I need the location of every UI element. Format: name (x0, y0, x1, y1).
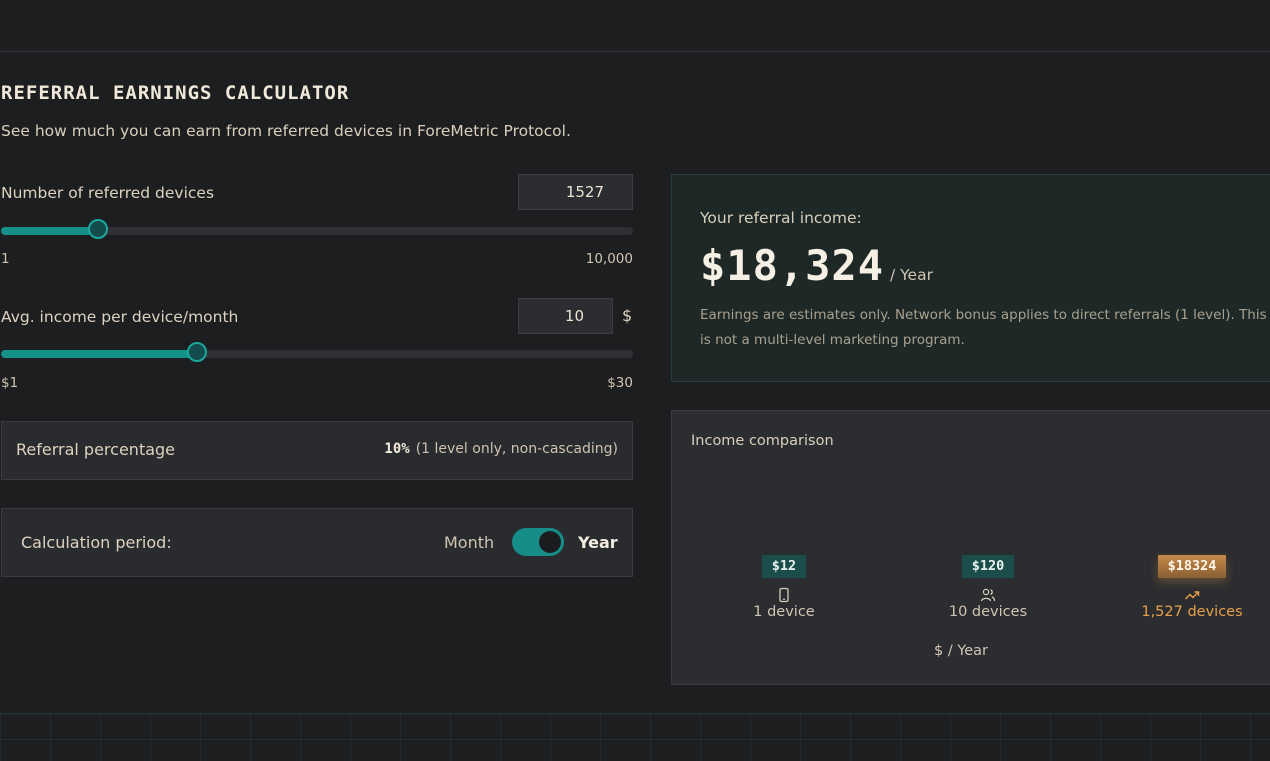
referral-percentage-value: 10% (1 level only, non-cascading) (384, 441, 618, 457)
comparison-unit: $ / Year (672, 643, 1270, 659)
comparison-item: $18324 1,527 devices (1127, 555, 1257, 620)
income-comparison-card: Income comparison $12 1 device $120 10 d… (671, 410, 1270, 685)
income-result-amount: $18,324 (700, 241, 885, 290)
income-slider-fill (1, 350, 197, 358)
period-toggle-knob (539, 531, 561, 553)
referral-percentage-label: Referral percentage (16, 440, 176, 459)
income-slider[interactable] (1, 342, 633, 362)
background-grid (0, 713, 1270, 761)
income-max-label: $30 (607, 375, 633, 391)
income-result-unit: / Year (890, 266, 933, 284)
calculator-section: REFERRAL EARNINGS CALCULATOR See how muc… (0, 0, 1270, 761)
income-input[interactable]: 10 (518, 298, 613, 334)
page-subtitle: See how much you can earn from referred … (1, 122, 571, 140)
period-label: Calculation period: (21, 533, 172, 552)
page-title: REFERRAL EARNINGS CALCULATOR (1, 82, 350, 104)
devices-slider[interactable] (1, 219, 633, 239)
period-month-option[interactable]: Month (444, 533, 494, 552)
devices-slider-fill (1, 227, 98, 235)
comparison-caption: 10 devices (948, 604, 1028, 620)
devices-min-label: 1 (1, 251, 10, 267)
period-year-option[interactable]: Year (578, 533, 618, 552)
comparison-value: $18324 (1157, 555, 1227, 578)
comparison-caption: 1,527 devices (1141, 604, 1243, 620)
comparison-value: $12 (761, 555, 807, 578)
referral-percentage-panel: Referral percentage 10% (1 level only, no… (1, 421, 633, 480)
comparison-value: $120 (961, 555, 1015, 578)
referral-percent: 10% (384, 441, 410, 457)
income-min-label: $1 (1, 375, 19, 391)
device-icon (779, 587, 789, 603)
devices-input[interactable]: 1527 (518, 174, 633, 210)
income-slider-thumb[interactable] (186, 342, 207, 362)
income-result-label: Your referral income: (700, 209, 862, 227)
users-icon (980, 588, 996, 602)
period-toggle[interactable] (512, 528, 564, 556)
referral-income-card: Your referral income: $18,324 / Year Ear… (671, 174, 1270, 382)
income-label: Avg. income per device/month (1, 308, 239, 326)
comparison-item: $120 10 devices (923, 555, 1053, 620)
comparison-unit-label: $ / Year (933, 643, 989, 659)
devices-max-label: 10,000 (585, 251, 633, 267)
trending-up-icon (1185, 591, 1200, 600)
comparison-item: $12 1 device (719, 555, 849, 620)
income-disclaimer: Earnings are estimates only. Network bon… (700, 307, 1267, 348)
comparison-title: Income comparison (691, 433, 834, 449)
devices-label: Number of referred devices (1, 184, 215, 202)
calculation-period-panel: Calculation period: Month Year (1, 508, 633, 577)
devices-slider-thumb[interactable] (87, 219, 108, 239)
referral-note: (1 level only, non-cascading) (415, 441, 618, 457)
comparison-caption: 1 device (753, 604, 815, 620)
income-unit: $ (622, 306, 633, 325)
